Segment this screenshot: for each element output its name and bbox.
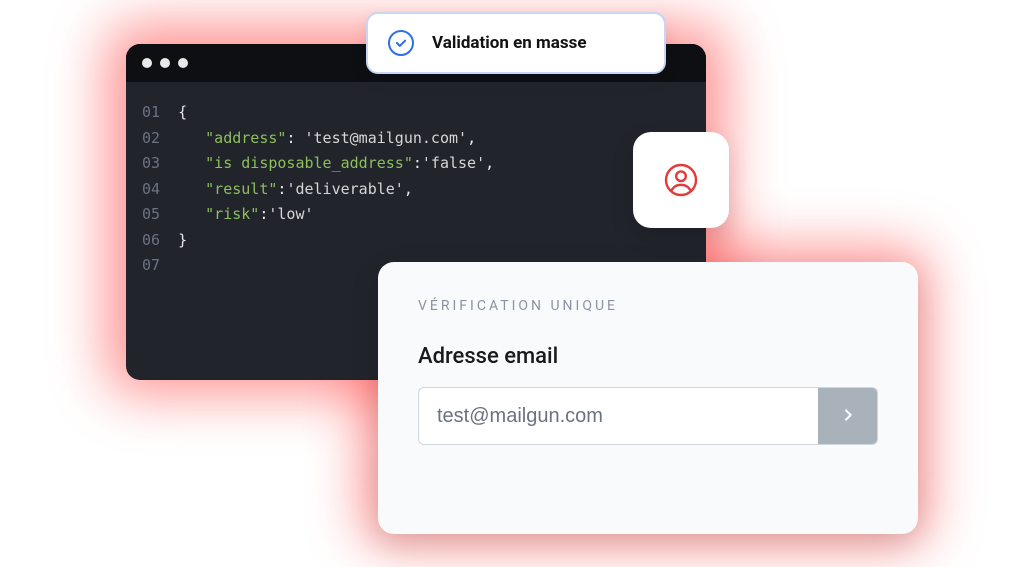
pill-label: Validation en masse [432,33,587,53]
check-icon [388,30,414,56]
email-field-label: Adresse email [418,344,878,369]
traffic-light-dot [178,58,188,68]
chevron-right-icon [840,407,856,426]
bulk-validation-pill: Validation en masse [366,12,666,74]
email-input-row [418,387,878,445]
profile-card [633,132,729,228]
single-verification-card: VÉRIFICATION UNIQUE Adresse email [378,262,918,534]
submit-button[interactable] [818,387,878,445]
email-field[interactable] [418,387,818,445]
traffic-light-dot [160,58,170,68]
traffic-light-dot [142,58,152,68]
code-lines: { "address": 'test@mailgun.com', "is dis… [178,100,494,279]
user-circle-icon [663,162,699,198]
code-gutter: 01 02 03 04 05 06 07 [134,100,178,279]
card-eyebrow: VÉRIFICATION UNIQUE [418,298,878,314]
